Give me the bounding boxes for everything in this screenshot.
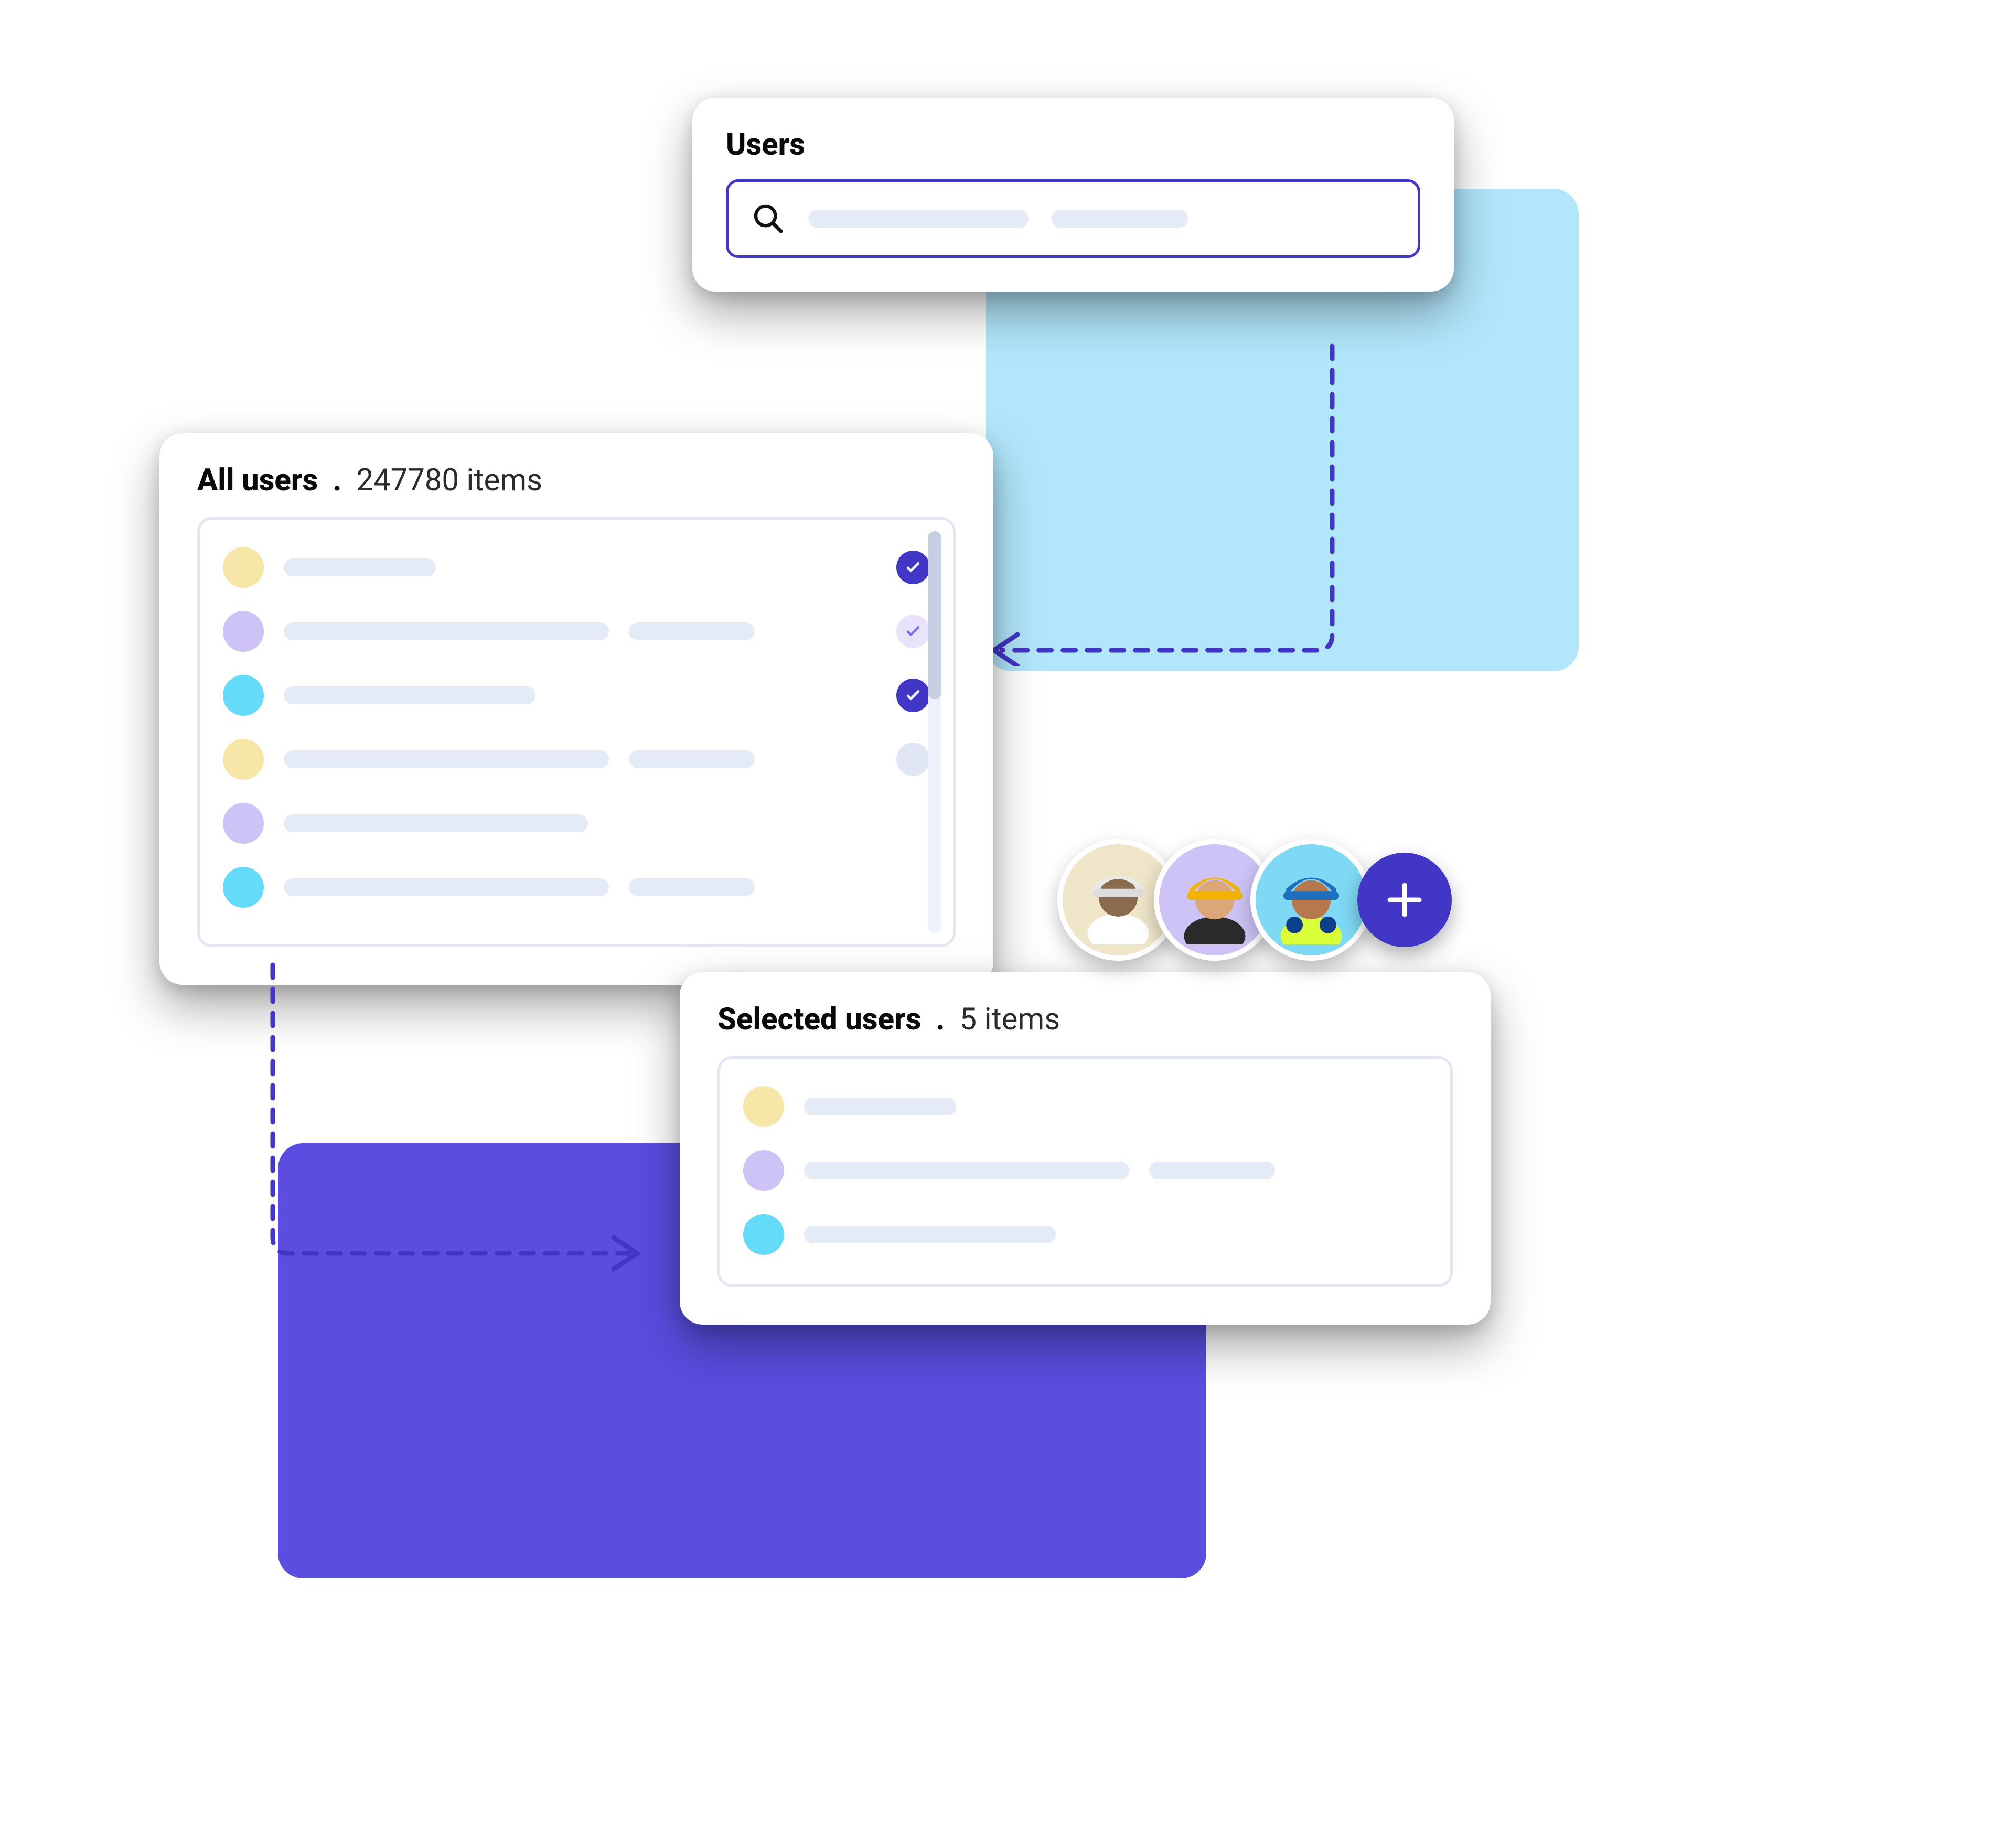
text-placeholder bbox=[804, 1226, 1056, 1243]
text-placeholder bbox=[804, 1098, 956, 1115]
list-item[interactable] bbox=[219, 535, 934, 599]
text-placeholder bbox=[284, 814, 588, 832]
text-placeholder bbox=[284, 686, 535, 704]
all-users-count: 247780 items bbox=[356, 463, 542, 498]
all-users-scrollbox[interactable] bbox=[197, 517, 956, 947]
selected-users-title: Selected users bbox=[717, 1002, 921, 1037]
avatar-dot-icon bbox=[743, 1086, 784, 1127]
search-icon bbox=[752, 202, 785, 235]
list-item[interactable] bbox=[739, 1075, 1431, 1138]
text-placeholder bbox=[629, 622, 755, 640]
list-item[interactable] bbox=[219, 855, 934, 919]
text-placeholder bbox=[284, 878, 609, 896]
text-placeholder bbox=[284, 622, 609, 640]
avatar-dot-icon bbox=[743, 1214, 784, 1255]
selected-users-card: Selected users . 5 items bbox=[680, 972, 1491, 1325]
list-item[interactable] bbox=[739, 1138, 1431, 1202]
text-placeholder bbox=[1149, 1162, 1275, 1179]
search-placeholder-seg bbox=[1052, 210, 1188, 228]
text-placeholder bbox=[284, 750, 609, 768]
checkbox-checked-icon[interactable] bbox=[896, 679, 930, 712]
text-placeholder bbox=[629, 878, 755, 896]
checkbox-unchecked-icon[interactable] bbox=[896, 743, 930, 776]
avatar[interactable] bbox=[1250, 839, 1372, 961]
separator-dot: . bbox=[318, 463, 356, 498]
separator-dot: . bbox=[921, 1002, 959, 1037]
add-user-button[interactable] bbox=[1357, 853, 1452, 947]
list-item[interactable] bbox=[219, 727, 934, 791]
avatar-dot-icon bbox=[223, 803, 264, 844]
text-placeholder bbox=[284, 558, 436, 576]
list-item[interactable] bbox=[219, 599, 934, 663]
all-users-title: All users bbox=[197, 463, 318, 498]
avatar-dot-icon bbox=[223, 867, 264, 908]
list-item[interactable] bbox=[219, 663, 934, 727]
text-placeholder bbox=[629, 750, 755, 768]
avatar-strip bbox=[1057, 839, 1452, 961]
scrollbar-thumb[interactable] bbox=[928, 531, 941, 699]
avatar-dot-icon bbox=[223, 739, 264, 780]
avatar-dot-icon bbox=[223, 547, 264, 588]
plus-icon bbox=[1383, 878, 1427, 922]
users-card-title: Users bbox=[726, 127, 1420, 179]
avatar-dot-icon bbox=[223, 611, 264, 652]
selected-users-count: 5 items bbox=[960, 1002, 1060, 1037]
list-item[interactable] bbox=[219, 791, 934, 855]
avatar-dot-icon bbox=[223, 675, 264, 716]
search-placeholder-seg bbox=[808, 210, 1029, 228]
users-search-card: Users bbox=[692, 98, 1454, 292]
selected-users-scrollbox[interactable] bbox=[717, 1056, 1453, 1287]
all-users-card: All users . 247780 items bbox=[159, 433, 993, 985]
list-item[interactable] bbox=[739, 1202, 1431, 1266]
avatar-dot-icon bbox=[743, 1150, 784, 1191]
text-placeholder bbox=[804, 1162, 1129, 1179]
search-input[interactable] bbox=[726, 179, 1420, 258]
checkbox-partial-icon[interactable] bbox=[896, 615, 930, 648]
checkbox-checked-icon[interactable] bbox=[896, 551, 930, 584]
